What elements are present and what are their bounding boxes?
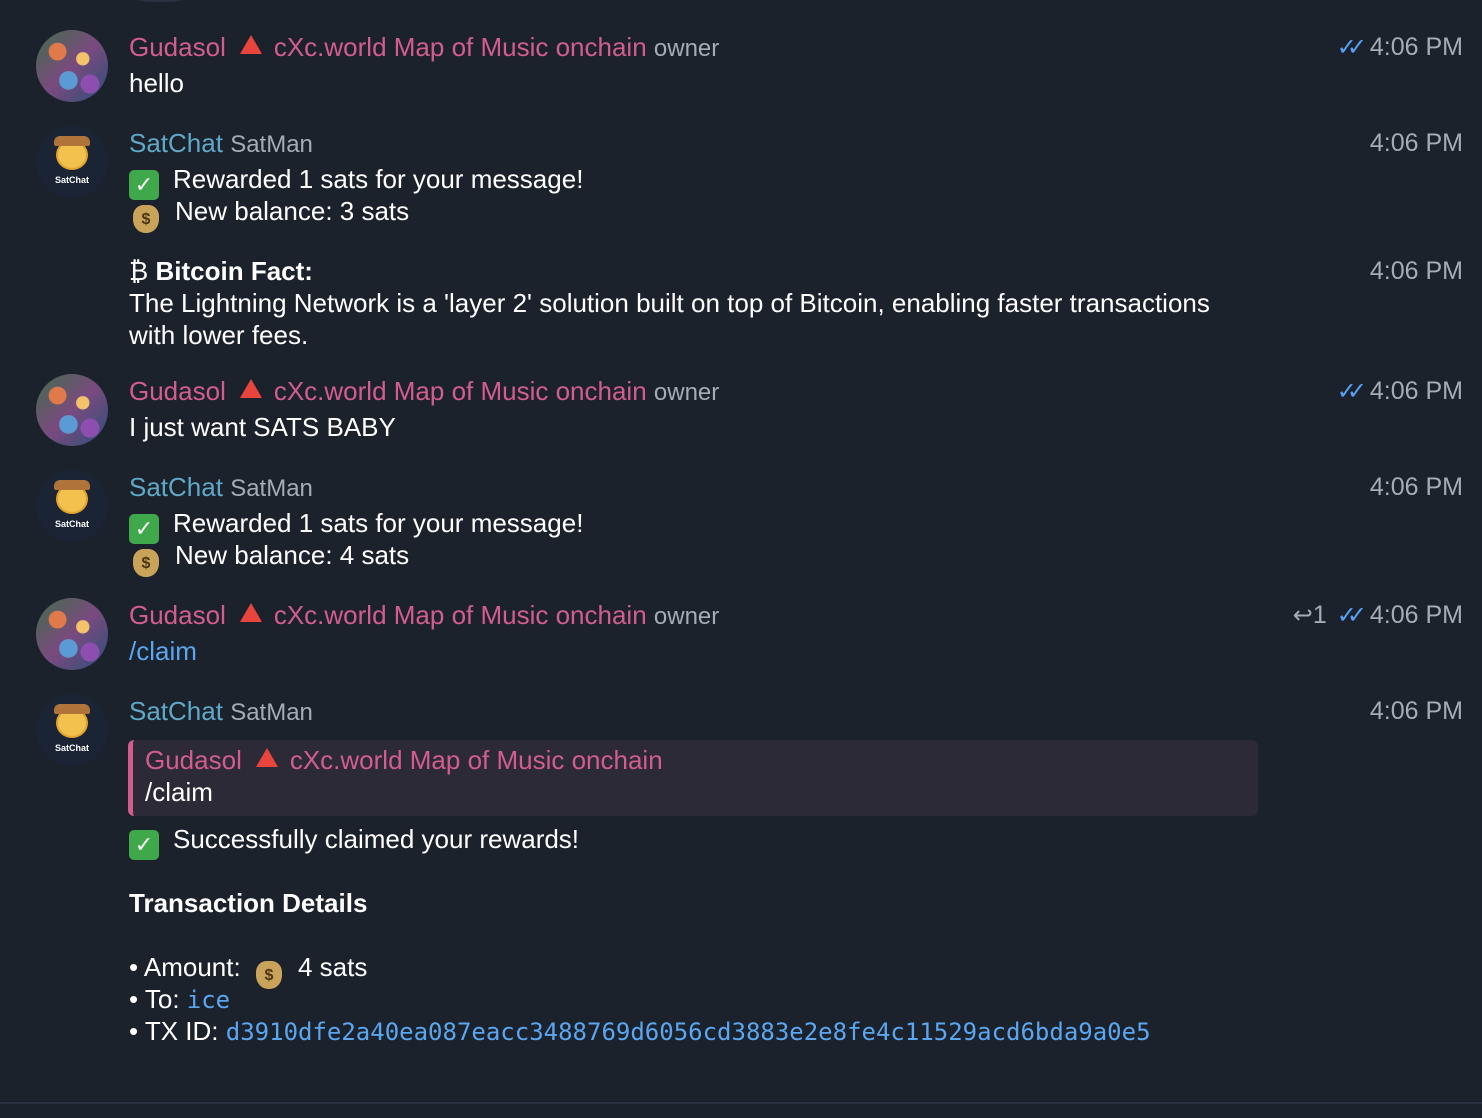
message-header: Gudasol cXc.world Map of Music onchain ow… [129,599,719,633]
tx-line: • TX ID: d3910dfe2a40ea087eacc3488769d60… [129,1016,1151,1046]
message-meta: ✓✓ 4:06 PM [1337,375,1463,408]
sender-name[interactable]: Gudasol [129,600,226,630]
success-line: ✓ Successfully claimed your rewards! [129,823,579,860]
message-text: hello [129,68,184,98]
avatar-satchat[interactable]: SatChat [36,470,108,542]
money-bag-emoji-icon: $ [255,961,282,989]
quote-text: /claim [145,777,213,807]
reply-count[interactable]: 1 [1313,601,1327,629]
sender-chat-title[interactable]: cXc.world Map of Music onchain [274,376,647,406]
sender-chat-title[interactable]: cXc.world Map of Music onchain [274,32,647,62]
message-time: 4:06 PM [1369,129,1463,157]
red-triangle-icon [255,748,278,767]
avatar-label: SatChat [54,175,89,185]
message-header: Gudasol cXc.world Map of Music onchain ow… [129,31,719,65]
tx-id-code[interactable]: d3910dfe2a40ea087eacc3488769d6056cd3883e… [226,1018,1151,1046]
quote-header: Gudasol cXc.world Map of Music onchain [145,744,663,776]
previous-message-edge [130,0,190,2]
role-badge: owner [653,35,720,62]
sender-chat-title[interactable]: cXc.world Map of Music onchain [274,600,647,630]
avatar-satchat[interactable]: SatChat [36,126,108,198]
message-meta: ↩1 ✓✓ 4:06 PM [1293,599,1463,632]
message-time: 4:06 PM [1369,377,1463,405]
avatar-gudasol[interactable] [36,598,108,670]
avatar-satchat[interactable]: SatChat [36,694,108,766]
role-badge: owner [653,603,720,630]
avatar-gudasol[interactable] [36,374,108,446]
role-badge: owner [653,379,720,406]
double-check-icon: ✓✓ [1336,34,1367,61]
quote-chat-title: cXc.world Map of Music onchain [289,745,663,775]
message-header: Gudasol cXc.world Map of Music onchain ow… [129,375,719,409]
avatar-gudasol[interactable] [36,30,108,102]
bitcoin-symbol-icon: ₿ [129,256,149,286]
reply-quote[interactable]: Gudasol cXc.world Map of Music onchain /c… [128,740,1258,816]
balance-line: $ New balance: 4 sats [129,539,409,577]
balance-line: $ New balance: 3 sats [129,195,409,233]
check-mark-emoji-icon: ✓ [129,830,159,860]
quote-sender: Gudasol [145,745,242,775]
role-badge: SatMan [230,699,313,726]
composer-divider [0,1102,1482,1104]
message-time: 4:06 PM [1369,697,1463,725]
red-triangle-icon [239,35,262,54]
avatar-label: SatChat [54,743,89,753]
message-header: SatChat SatMan [129,695,313,729]
sender-name[interactable]: SatChat [129,128,223,158]
role-badge: SatMan [230,475,313,502]
sender-name[interactable]: SatChat [129,696,223,726]
message-header: SatChat SatMan [129,127,313,161]
sender-name[interactable]: Gudasol [129,32,226,62]
double-check-icon: ✓✓ [1336,378,1367,405]
avatar-label: SatChat [54,519,89,529]
red-triangle-icon [239,603,262,622]
message-meta: ✓✓ 4:06 PM [1337,31,1463,64]
message-time: 4:06 PM [1369,257,1463,285]
money-bag-emoji-icon: $ [133,549,159,577]
fact-title: ₿ Bitcoin Fact: [129,256,313,286]
command-link[interactable]: /claim [129,635,197,667]
to-line: • To: ice [129,984,231,1014]
sender-name[interactable]: SatChat [129,472,223,502]
message-text: I just want SATS BABY [129,412,396,442]
message-time: 4:06 PM [1369,601,1463,629]
red-triangle-icon [239,379,262,398]
double-check-icon: ✓✓ [1336,602,1367,629]
message-time: 4:06 PM [1369,33,1463,61]
details-title: Transaction Details [129,888,368,918]
reply-arrow-icon[interactable]: ↩ [1293,602,1313,629]
recipient-code[interactable]: ice [187,986,230,1014]
sender-name[interactable]: Gudasol [129,376,226,406]
money-bag-emoji-icon: $ [133,205,159,233]
fact-text-line-2: with lower fees. [129,320,309,350]
role-badge: SatMan [230,131,313,158]
message-header: SatChat SatMan [129,471,313,505]
message-time: 4:06 PM [1369,473,1463,501]
fact-text-line-1: The Lightning Network is a 'layer 2' sol… [129,288,1210,318]
